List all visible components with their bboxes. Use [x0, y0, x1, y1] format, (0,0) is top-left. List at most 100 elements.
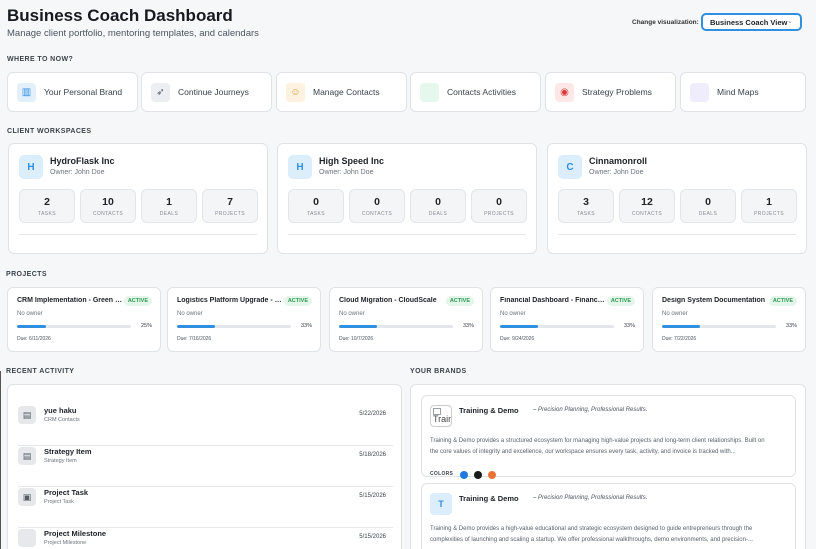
section-recent-activity: RECENT ACTIVITY: [6, 368, 75, 375]
stat-value: 10: [102, 196, 114, 208]
divider: [18, 445, 393, 446]
brand-description: Training & Demo provides a structured ec…: [430, 438, 765, 455]
project-owner: No owner: [17, 311, 43, 317]
divider: [18, 527, 393, 528]
activity-date: 5/15/2026: [359, 493, 386, 499]
activity-type: Strategy Item: [44, 458, 77, 464]
nav-card-contacts-activities[interactable]: Contacts Activities: [410, 72, 541, 112]
rocket-icon: ➶: [151, 82, 170, 102]
chevron-down-icon: ⌄: [787, 18, 793, 25]
stat-value: 0: [435, 196, 441, 208]
activity-icon: [420, 82, 439, 102]
stat-value: 2: [44, 196, 50, 208]
workspace-card[interactable]: H High Speed Inc Owner: John Doe 0 TASKS 0 CON…: [277, 143, 537, 254]
nav-card-label: Manage Contacts: [313, 87, 380, 97]
section-your-brands: YOUR BRANDS: [410, 368, 467, 375]
stat-value: 12: [641, 196, 653, 208]
stat-label: PROJECTS: [484, 211, 514, 217]
nav-card-label: Mind Maps: [717, 87, 759, 97]
project-due-date: Due: 7/16/2026: [177, 336, 212, 342]
project-due-date: Due: 10/7/2026: [339, 336, 374, 342]
nav-card-your-personal-brand[interactable]: ▥ Your Personal Brand: [7, 72, 138, 112]
brand-card[interactable]: Traini Training & Demo – Precision Plannin…: [421, 395, 796, 479]
project-name: Cloud Migration - CloudScale: [339, 297, 437, 304]
activity-title: yue haku: [44, 406, 77, 415]
stat-label: CONTACTS: [361, 211, 393, 217]
stat-label: PROJECTS: [754, 211, 784, 217]
activity-type: Project Milestone: [44, 540, 87, 546]
activity-title: Project Task: [44, 488, 89, 497]
stat-deals: 1 DEALS: [141, 189, 197, 223]
stat-label: TASKS: [37, 211, 57, 217]
stat-value: 7: [227, 196, 233, 208]
brand-tagline: – Precision Planning, Professional Resul…: [533, 407, 648, 413]
project-due-date: Due: 9/24/2026: [500, 336, 535, 342]
progress-percent: 33%: [623, 323, 635, 329]
divider: [18, 486, 393, 487]
progress-percent: 33%: [462, 323, 474, 329]
stat-projects: 1 PROJECTS: [741, 189, 797, 223]
project-card[interactable]: Design System Documentation ACTIVE No owne…: [652, 287, 806, 352]
divider: [19, 234, 257, 235]
activity-date: 5/18/2026: [359, 452, 386, 458]
project-card[interactable]: CRM Implementation - Green ValleyACTIVE N…: [7, 287, 161, 352]
progress-bar: [500, 325, 614, 328]
nav-card-manage-contacts[interactable]: ☺ Manage Contacts: [276, 72, 407, 112]
stat-value: 3: [583, 196, 589, 208]
brand-logo: Traini: [430, 405, 452, 427]
progress-fill: [662, 325, 700, 328]
colors-label: COLORS: [430, 471, 454, 477]
store-icon: ▥: [17, 82, 36, 102]
stat-value: 1: [166, 196, 172, 208]
project-name: Logistics Platform Upgrade - TransCo: [177, 297, 283, 304]
activity-item[interactable]: ▣ Project Task Project Task 5/15/2026: [18, 488, 393, 528]
brands-panel: Traini Training & Demo – Precision Plannin…: [410, 384, 806, 549]
document-icon: ▤: [18, 447, 36, 465]
status-badge: ACTIVE: [445, 296, 474, 306]
status-badge: ACTIVE: [768, 296, 797, 306]
project-due-date: Due: 7/22/2026: [662, 336, 697, 342]
stat-contacts: 0 CONTACTS: [349, 189, 405, 223]
project-card[interactable]: Financial Dashboard - FinanceHub ACTIVE No…: [490, 287, 644, 352]
activity-item[interactable]: Project Milestone Project Milestone 5/15/2…: [18, 529, 393, 549]
activity-date: 5/22/2026: [359, 411, 386, 417]
project-card[interactable]: Logistics Platform Upgrade - TransCoACTI…: [167, 287, 321, 352]
page-title: Business Coach Dashboard: [7, 6, 233, 25]
nav-card-strategy-problems[interactable]: ◉ Strategy Problems: [545, 72, 676, 112]
workspace-name: High Speed Inc: [319, 156, 385, 166]
stat-value: 0: [705, 196, 711, 208]
status-badge: ACTIVE: [283, 296, 312, 306]
activity-title: Project Milestone: [44, 529, 107, 538]
nav-card-label: Strategy Problems: [582, 87, 652, 97]
visualization-select-value: Business Coach View: [710, 18, 788, 27]
section-where-to-now: WHERE TO NOW?: [7, 56, 74, 63]
activity-item[interactable]: ▤ yue haku CRM Contacts 5/22/2026: [18, 406, 393, 446]
nav-card-continue-journeys[interactable]: ➶ Continue Journeys: [141, 72, 272, 112]
brand-card[interactable]: T Training & Demo – Precision Planning, Pr…: [421, 483, 796, 549]
workspace-avatar: H: [288, 155, 312, 179]
blank-icon: [18, 529, 36, 547]
activity-item[interactable]: ▤ Strategy Item Strategy Item 5/18/2026: [18, 447, 393, 487]
activity-date: 5/15/2026: [359, 534, 386, 540]
project-card[interactable]: Cloud Migration - CloudScale ACTIVE No own…: [329, 287, 483, 352]
section-client-workspaces: CLIENT WORKSPACES: [7, 128, 92, 135]
progress-percent: 33%: [785, 323, 797, 329]
brand-name: Training & Demo: [459, 494, 519, 503]
users-icon: ☺: [286, 82, 305, 102]
workspace-card[interactable]: H HydroFlask Inc Owner: John Doe 2 TASKS 10 CO…: [8, 143, 268, 254]
project-owner: No owner: [662, 311, 688, 317]
divider: [558, 234, 796, 235]
status-badge: ACTIVE: [123, 296, 152, 306]
workspace-card[interactable]: C Cinnamonroll Owner: John Doe 3 TASKS 12 CONT…: [547, 143, 807, 254]
activity-type: Project Task: [44, 499, 74, 505]
clipboard-icon: ▣: [18, 488, 36, 506]
progress-fill: [500, 325, 538, 328]
nav-card-mind-maps[interactable]: Mind Maps: [680, 72, 806, 112]
color-swatch: [488, 471, 496, 479]
alert-icon: ◉: [555, 82, 574, 102]
recent-activity-panel: ▤ yue haku CRM Contacts 5/22/2026 ▤ Strategy …: [7, 384, 402, 549]
visualization-select[interactable]: Business Coach View ⌄: [701, 13, 802, 31]
project-name: CRM Implementation - Green Valley: [17, 297, 123, 304]
stat-value: 0: [313, 196, 319, 208]
brand-logo: T: [430, 493, 452, 515]
